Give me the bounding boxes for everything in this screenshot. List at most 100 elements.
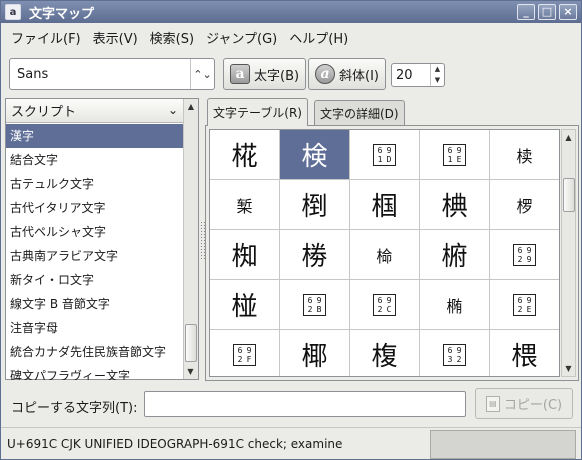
character-cell[interactable]: 692E [490, 280, 559, 330]
window-title: 文字マップ [29, 6, 95, 22]
hex-digit: 6 [377, 295, 383, 305]
tab-panel: 椛検691D691E椟椠椡椢椣椤椥椦椧椨6929椪692B692C椭692E69… [205, 125, 579, 381]
character-grid-scrollbar[interactable]: ▲ ▼ [561, 129, 576, 377]
maximize-button[interactable]: □ [538, 4, 556, 20]
character-cell[interactable]: 椨 [420, 230, 490, 280]
character-cell[interactable]: 椥 [210, 230, 280, 280]
scroll-down-icon[interactable]: ▼ [184, 364, 197, 379]
hex-digit: B [316, 304, 322, 314]
chevron-down-icon: ⌄ [167, 103, 178, 117]
scroll-thumb[interactable] [185, 324, 197, 362]
menu-search[interactable]: 検索(S) [144, 28, 200, 47]
script-list-scrollbar[interactable]: ▲ ▼ [183, 99, 198, 379]
character-cell[interactable]: 椳 [490, 330, 559, 376]
scroll-thumb[interactable] [563, 178, 575, 212]
hex-digit: 2 [456, 354, 462, 364]
script-item[interactable]: 漢字 [6, 124, 184, 148]
hex-digit: 3 [447, 354, 453, 364]
character-cell[interactable]: 椭 [420, 280, 490, 330]
script-item[interactable]: 古テュルク文字 [6, 172, 184, 196]
hex-digit: 9 [386, 145, 392, 155]
hex-digit: 9 [316, 295, 322, 305]
bold-icon: a [230, 64, 250, 84]
character-cell[interactable]: 691E [420, 130, 490, 180]
script-item[interactable]: 結合文字 [6, 148, 184, 172]
missing-glyph-box: 6929 [513, 243, 536, 266]
font-family-select[interactable]: Sans ⌃⌄ [9, 58, 215, 90]
hex-digit: 9 [456, 345, 462, 355]
spin-arrows-icon[interactable]: ▲ ▼ [430, 64, 444, 86]
copy-text-input[interactable] [144, 391, 466, 417]
hex-digit: 9 [456, 145, 462, 155]
scroll-up-icon[interactable]: ▲ [562, 130, 575, 145]
copy-button[interactable]: ▤ コピー(C) [475, 388, 573, 419]
menu-file[interactable]: ファイル(F) [5, 28, 87, 47]
missing-glyph-box: 692E [513, 293, 536, 316]
missing-glyph-box: 691D [373, 143, 396, 166]
character-cell[interactable]: 692B [280, 280, 350, 330]
script-item[interactable]: 古典南アラビア文字 [6, 244, 184, 268]
hex-digit: F [246, 354, 252, 364]
copy-text-label: コピーする文字列(T): [11, 401, 138, 416]
character-grid[interactable]: 椛検691D691E椟椠椡椢椣椤椥椦椧椨6929椪692B692C椭692E69… [209, 129, 560, 377]
hex-digit: E [526, 304, 532, 314]
scroll-up-icon[interactable]: ▲ [184, 99, 198, 114]
character-cell[interactable]: 椛 [210, 130, 280, 180]
hex-digit: 6 [517, 295, 523, 305]
status-bar: U+691C CJK UNIFIED IDEOGRAPH-691C check;… [1, 427, 581, 460]
script-item[interactable]: 古代ペルシャ文字 [6, 220, 184, 244]
character-cell[interactable]: 691D [350, 130, 420, 180]
minimize-button[interactable]: _ [517, 4, 535, 20]
script-item[interactable]: 新タイ・ロ文字 [6, 268, 184, 292]
character-cell[interactable]: 6932 [420, 330, 490, 376]
character-cell[interactable]: 椢 [350, 180, 420, 230]
hex-digit: 6 [517, 245, 523, 255]
scroll-down-icon[interactable]: ▼ [562, 361, 575, 376]
charmap-window: a 文字マップ _ □ × ファイル(F) 表示(V) 検索(S) ジャンプ(G… [0, 0, 582, 460]
missing-glyph-box: 692F [233, 343, 256, 366]
character-cell[interactable]: 692F [210, 330, 280, 376]
bold-toggle-button[interactable]: a 太字(B) [223, 58, 307, 90]
italic-label: 斜体(I) [339, 68, 379, 84]
character-cell[interactable]: 椟 [490, 130, 559, 180]
tab-character-details[interactable]: 文字の詳細(D) [314, 100, 405, 125]
character-cell[interactable]: 椠 [210, 180, 280, 230]
hex-digit: 9 [246, 345, 252, 355]
script-header-label: スクリプト [11, 105, 77, 120]
hex-digit: 1 [447, 154, 453, 164]
title-bar[interactable]: a 文字マップ _ □ × [1, 1, 581, 23]
hex-digit: C [386, 304, 392, 314]
character-cell[interactable]: 椤 [490, 180, 559, 230]
character-cell[interactable]: 椧 [350, 230, 420, 280]
font-size-spinner[interactable]: 20 ▲ ▼ [391, 63, 445, 87]
character-cell[interactable]: 椦 [280, 230, 350, 280]
character-cell[interactable]: 椡 [280, 180, 350, 230]
script-item[interactable]: 古代イタリア文字 [6, 196, 184, 220]
status-secondary-panel [430, 430, 576, 459]
script-item[interactable]: 線文字 B 音節文字 [6, 292, 184, 316]
script-item[interactable]: 統合カナダ先住民族音節文字 [6, 340, 184, 364]
menu-view[interactable]: 表示(V) [87, 28, 144, 47]
hex-digit: E [456, 154, 462, 164]
character-cell[interactable]: 椪 [210, 280, 280, 330]
script-item[interactable]: 注音字母 [6, 316, 184, 340]
italic-icon: a [315, 64, 335, 84]
close-button[interactable]: × [559, 4, 577, 20]
menu-help[interactable]: ヘルプ(H) [283, 28, 354, 47]
script-panel: スクリプト ⌄ 漢字 結合文字 古テュルク文字 古代イタリア文字 古代ペルシャ文… [5, 98, 199, 380]
character-cell[interactable]: 検 [280, 130, 350, 180]
menu-go[interactable]: ジャンプ(G) [200, 28, 283, 47]
character-cell[interactable]: 椰 [280, 330, 350, 376]
tab-character-table[interactable]: 文字テーブル(R) [207, 98, 308, 126]
italic-toggle-button[interactable]: a 斜体(I) [308, 58, 386, 90]
character-cell[interactable]: 692C [350, 280, 420, 330]
app-icon: a [5, 4, 21, 20]
script-header[interactable]: スクリプト ⌄ [6, 99, 184, 123]
character-cell[interactable]: 椱 [350, 330, 420, 376]
character-cell[interactable]: 6929 [490, 230, 559, 280]
bold-label: 太字(B) [254, 68, 300, 84]
hex-digit: 6 [307, 295, 313, 305]
select-arrows-icon: ⌃⌄ [190, 59, 214, 89]
character-cell[interactable]: 椣 [420, 180, 490, 230]
script-item[interactable]: 碑文パフラヴィー文字 [6, 364, 184, 380]
